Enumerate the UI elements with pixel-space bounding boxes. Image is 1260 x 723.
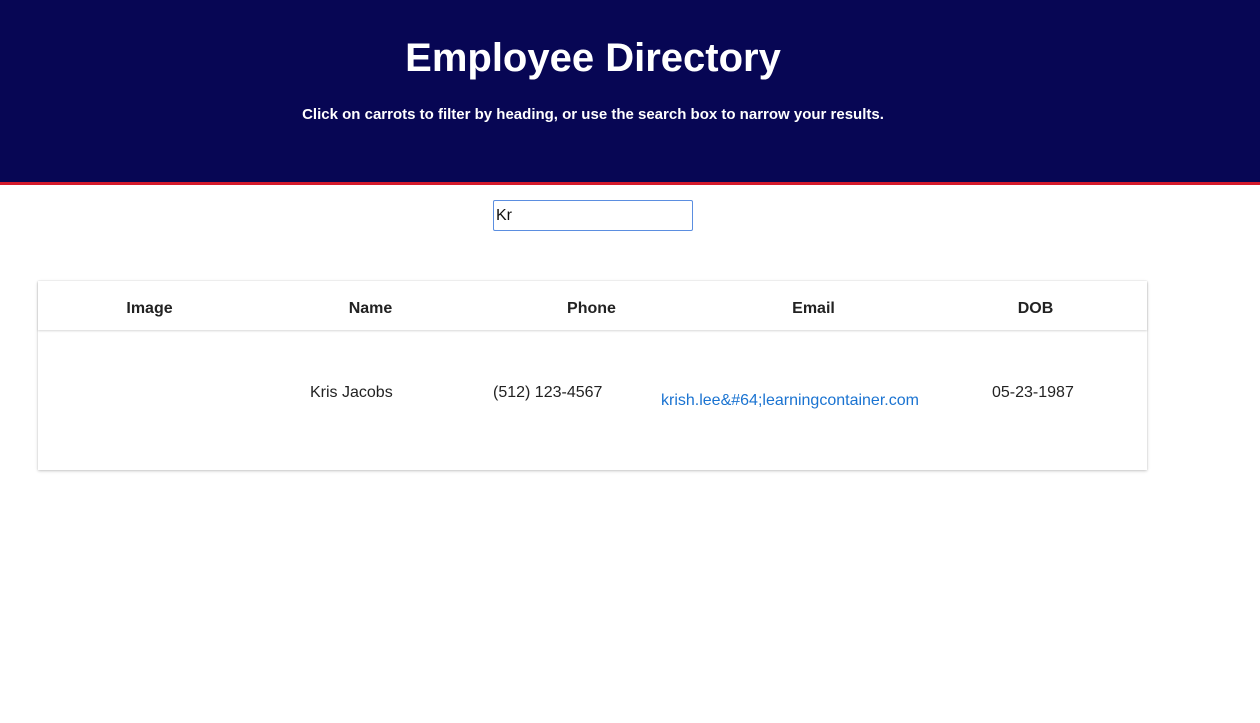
employee-image: [68, 384, 228, 404]
page-title: Employee Directory: [405, 36, 781, 80]
column-header-dob[interactable]: DOB: [925, 300, 1146, 318]
table-header-row: Image Name Phone Email DOB: [38, 281, 1147, 330]
column-header-name[interactable]: Name: [260, 300, 481, 318]
page-subtitle: Click on carrots to filter by heading, o…: [302, 106, 884, 123]
column-header-email[interactable]: Email: [703, 300, 924, 318]
page-header: Employee Directory Click on carrots to f…: [0, 0, 1260, 185]
employee-dob: 05-23-1987: [992, 384, 1074, 401]
employee-email-link[interactable]: krish.lee&#64;learningcontainer.com: [661, 392, 919, 410]
employee-phone: (512) 123-4567: [493, 384, 603, 401]
search-input[interactable]: [493, 200, 693, 231]
column-header-image[interactable]: Image: [39, 300, 260, 318]
employee-table: Image Name Phone Email DOB Kris Jacobs (…: [38, 281, 1147, 470]
column-header-phone[interactable]: Phone: [481, 300, 702, 318]
employee-name: Kris Jacobs: [310, 384, 393, 401]
